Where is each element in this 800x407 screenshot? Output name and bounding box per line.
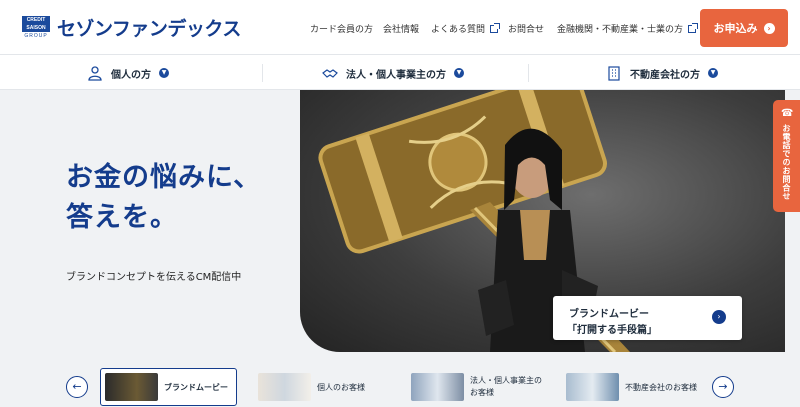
apply-button[interactable]: お申込み › (700, 9, 788, 47)
carousel-item-label: 不動産会社のお客様 (625, 382, 697, 392)
carousel-item-corporate[interactable]: 法人・個人事業主の お客様 (411, 368, 542, 406)
hero-title-line2: 答えを。 (66, 202, 178, 233)
building-icon (608, 66, 620, 81)
carousel-item-label: 法人・個人事業主の お客様 (470, 375, 542, 399)
arrow-right-icon: › (763, 22, 775, 34)
arrow-right-icon: › (712, 310, 726, 324)
nav-financial-institutions[interactable]: 金融機関・不動産業・士業の方 (557, 22, 699, 35)
category-bar: 個人の方 ▼ 法人・個人事業主の方 ▼ 不動産会社の方 ▼ (0, 56, 800, 90)
label-line2: お客様 (470, 388, 494, 397)
category-individual[interactable]: 個人の方 ▼ (87, 56, 169, 90)
logo-text-top: CREDIT SAISON (26, 17, 46, 31)
apply-label: お申込み (713, 22, 758, 35)
carousel-next-button[interactable]: → (712, 376, 734, 398)
nav-label: 会社情報 (383, 25, 420, 35)
divider (262, 64, 263, 82)
corporate-thumbnail (411, 373, 464, 401)
hero-title-line1: お金の悩みに、 (66, 162, 262, 193)
external-link-icon (490, 22, 501, 33)
label-line1: 法人・個人事業主の (470, 376, 542, 385)
nav-faq[interactable]: よくある質問 (431, 22, 501, 35)
category-label: 個人の方 (111, 69, 151, 81)
site-header: CREDIT SAISON GROUP セゾンファンデックス カード会員の方 会… (0, 0, 800, 55)
nav-label: カード会員の方 (310, 25, 374, 35)
brand-name[interactable]: セゾンファンデックス (57, 14, 241, 41)
external-link-icon (688, 22, 699, 33)
carousel-item-brand-movie[interactable]: ブランドムービー (100, 368, 237, 406)
carousel-item-label: ブランドムービー (164, 382, 228, 392)
carousel: ← ブランドムービー 個人のお客様 法人・個人事業主の お客様 不動産会社のお客… (0, 352, 800, 407)
carousel-item-individual[interactable]: 個人のお客様 (258, 368, 365, 406)
category-corporate[interactable]: 法人・個人事業主の方 ▼ (322, 56, 464, 90)
person-icon (88, 66, 102, 81)
hero-section: お金の悩みに、 答えを。 ブランドコンセプトを伝えるCM配信中 ブランドムービー… (0, 90, 800, 352)
phone-contact-tab[interactable]: ☎ お電話でのお問合せ (773, 100, 800, 212)
phone-contact-label: お電話でのお問合せ (782, 124, 791, 201)
hero-subtitle: ブランドコンセプトを伝えるCM配信中 (66, 272, 242, 283)
carousel-item-real-estate[interactable]: 不動産会社のお客様 (566, 368, 697, 406)
carousel-item-label: 個人のお客様 (317, 382, 365, 392)
chevron-down-icon: ▼ (159, 68, 169, 78)
nav-label: お問合せ (508, 25, 545, 35)
credit-saison-logo[interactable]: CREDIT SAISON GROUP (22, 16, 50, 40)
phone-icon: ☎ (781, 108, 794, 119)
brand-movie-thumbnail (105, 373, 158, 401)
handshake-icon (322, 69, 338, 78)
nav-company-info[interactable]: 会社情報 (383, 22, 419, 35)
individual-thumbnail (258, 373, 311, 401)
divider (528, 64, 529, 82)
carousel-prev-button[interactable]: ← (66, 376, 88, 398)
logo-group-text: GROUP (24, 33, 48, 39)
nav-contact[interactable]: お問合せ (508, 22, 544, 35)
card-subtitle: 「打開する手段篇」 (567, 325, 657, 336)
category-real-estate[interactable]: 不動産会社の方 ▼ (606, 56, 718, 90)
hero-title: お金の悩みに、 答えを。 (66, 158, 261, 238)
category-label: 法人・個人事業主の方 (346, 69, 446, 81)
nav-card-members[interactable]: カード会員の方 (310, 22, 373, 35)
logo-box: CREDIT SAISON (22, 16, 50, 32)
category-label: 不動産会社の方 (630, 69, 700, 81)
brand-movie-card[interactable]: ブランドムービー 「打開する手段篇」 › (553, 296, 742, 340)
nav-label: 金融機関・不動産業・士業の方 (557, 25, 684, 35)
card-title: ブランドムービー (569, 309, 649, 320)
real-estate-thumbnail (566, 373, 619, 401)
chevron-down-icon: ▼ (454, 68, 464, 78)
chevron-down-icon: ▼ (708, 68, 718, 78)
nav-label: よくある質問 (431, 25, 486, 35)
